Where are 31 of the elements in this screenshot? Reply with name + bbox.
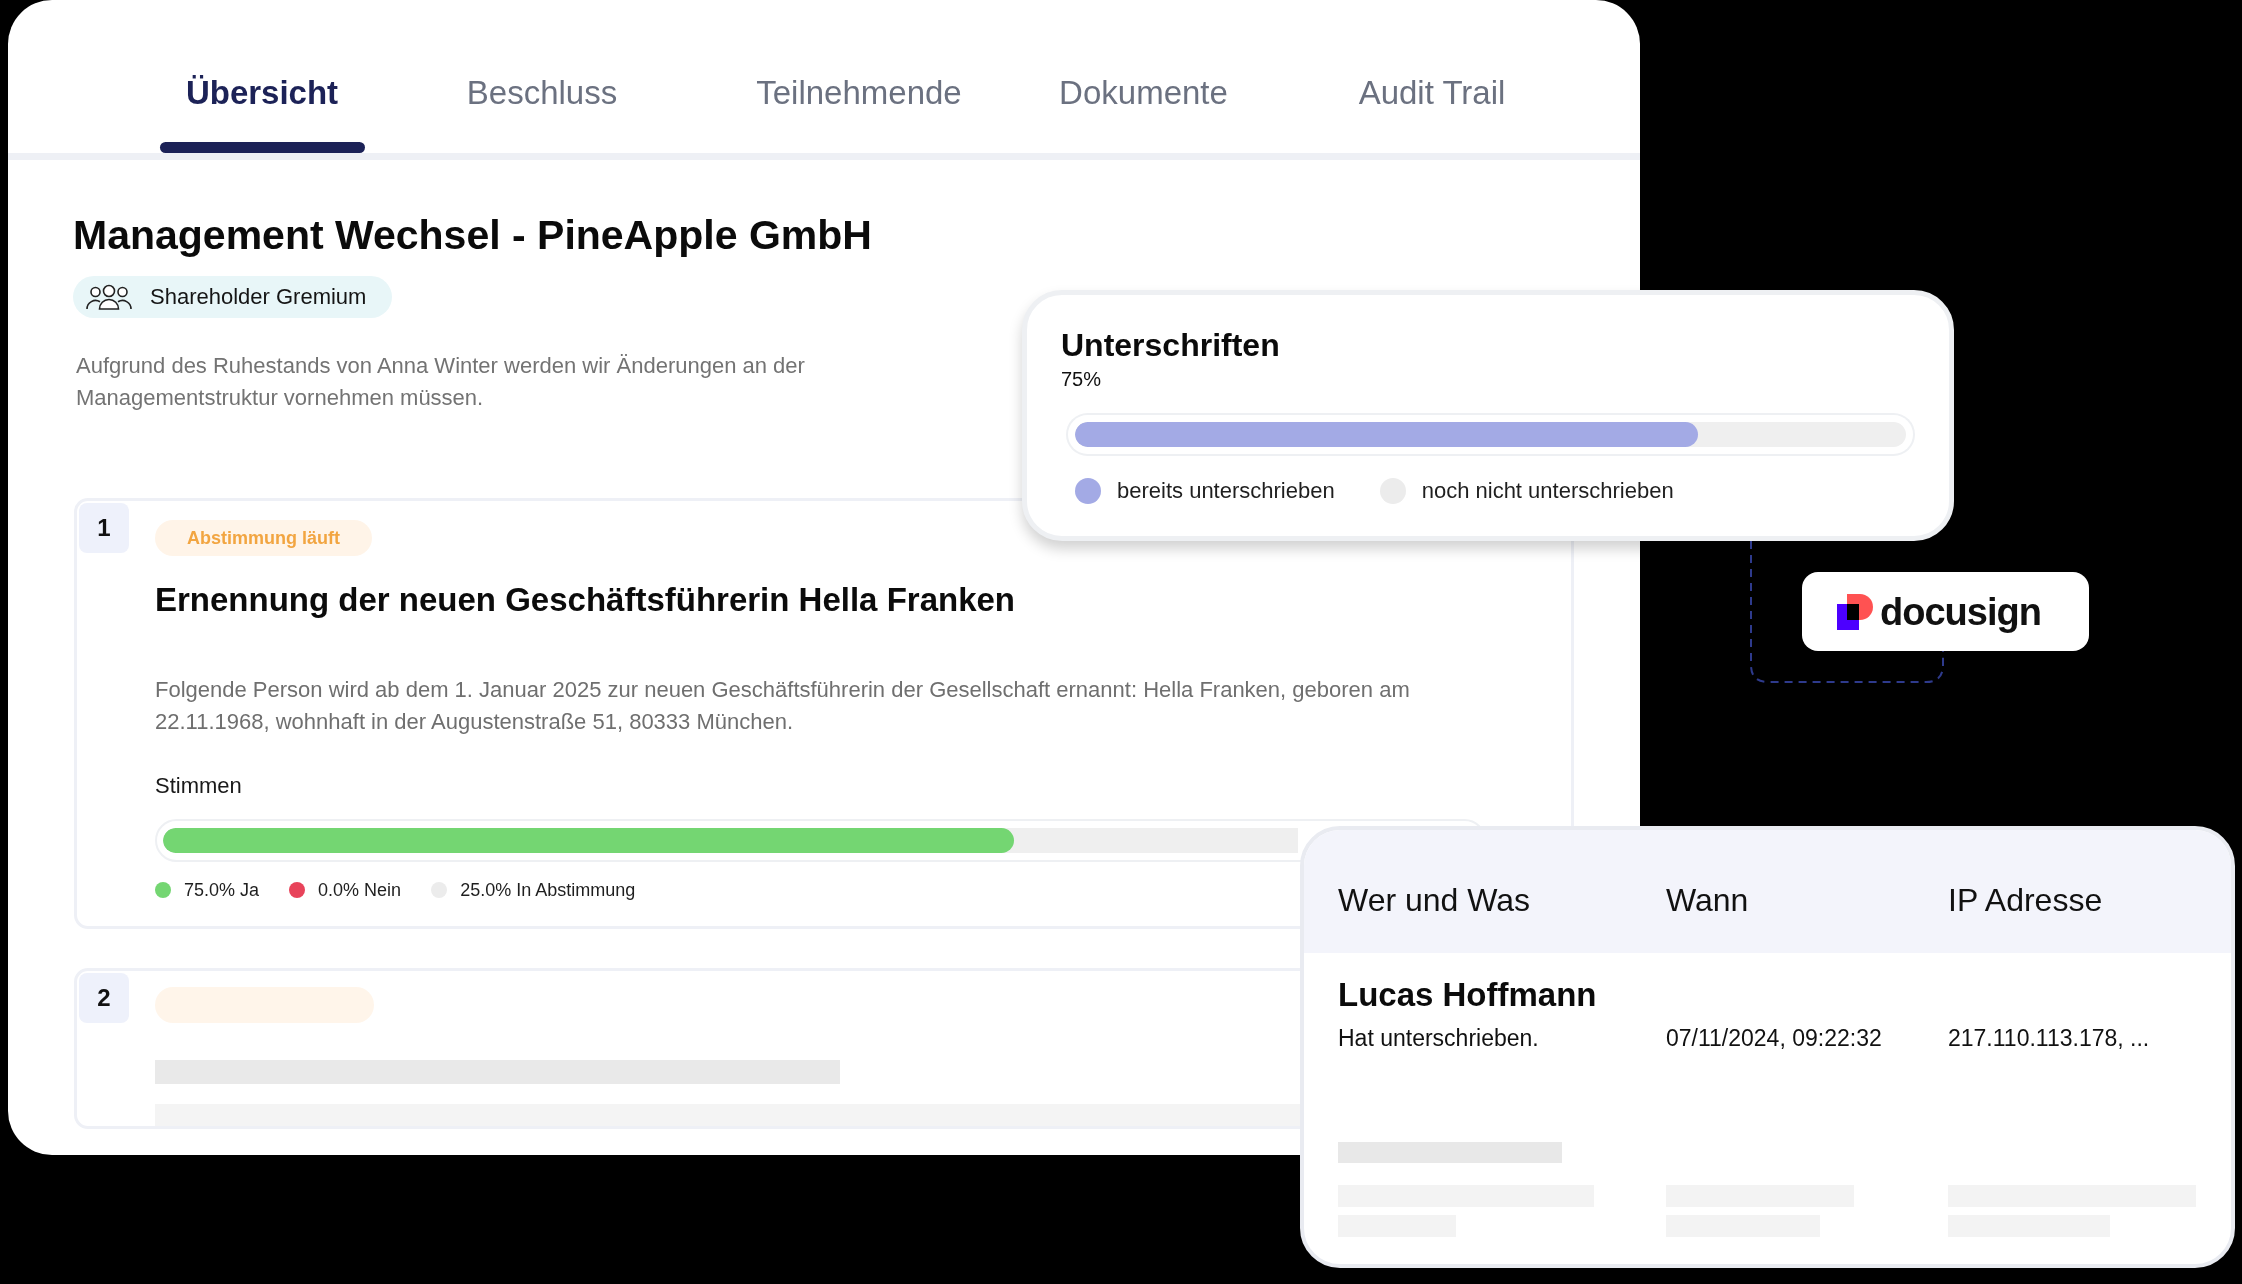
- tab[interactable]: Beschluss: [439, 73, 645, 153]
- tab[interactable]: Audit Trail: [1329, 73, 1535, 153]
- status-badge: Abstimmung läuft: [155, 520, 372, 556]
- page-title: Management Wechsel - PineApple GmbH: [73, 211, 872, 259]
- legend-label: noch nicht unterschrieben: [1421, 477, 1674, 505]
- time-cell-text: 07/11/2024, 09:22:32: [1666, 1024, 1882, 1053]
- item-number: 1: [79, 503, 129, 553]
- tab[interactable]: Übersicht: [159, 73, 365, 153]
- tab[interactable]: Dokumente: [1041, 73, 1246, 153]
- committee-label: Shareholder Gremium: [150, 284, 367, 310]
- action-cell-text: Hat unterschrieben.: [1338, 1024, 1539, 1053]
- column-header: Wann: [1666, 881, 1749, 920]
- legend-label: 0.0% Nein: [318, 879, 402, 902]
- tab[interactable]: Teilnehmende: [756, 73, 962, 153]
- card-title: Unterschriften: [1061, 326, 1280, 364]
- item-number: 2: [79, 973, 129, 1023]
- item-description: Folgende Person wird ab dem 1. Januar 2025 zur neuen Geschäftsführerin der Gesellschaft ernannt: Hella Franken, geboren am 22.11.1968, wohnhaft in der Augustenstraße 51, 80333 München.: [155, 676, 1411, 736]
- ip-cell-text: 217.110.113.178, ...: [1948, 1024, 2150, 1053]
- people-group-icon: [86, 284, 132, 310]
- logo-icon: [1837, 593, 1873, 630]
- logo-text: docusign: [1880, 589, 2041, 634]
- resolution-description: Aufgrund des Ruhestands von Anna Winter werden wir Änderungen an der Managementstruktur vornehmen müssen.: [76, 352, 806, 412]
- legend-label: bereits unterschrieben: [1117, 477, 1335, 505]
- actor-name: Lucas Hoffmann: [1338, 975, 1597, 1015]
- legend-label: 25.0% In Abstimmung: [460, 879, 636, 902]
- column-header: Wer und Was: [1338, 881, 1531, 920]
- legend-label: 75.0% Ja: [184, 879, 260, 902]
- votes-label: Stimmen: [155, 772, 242, 800]
- signatures-percentage: 75%: [1061, 367, 1102, 391]
- item-title: Ernennung der neuen Geschäftsführerin Hella Franken: [155, 580, 1015, 620]
- column-header: IP Adresse: [1948, 881, 2103, 920]
